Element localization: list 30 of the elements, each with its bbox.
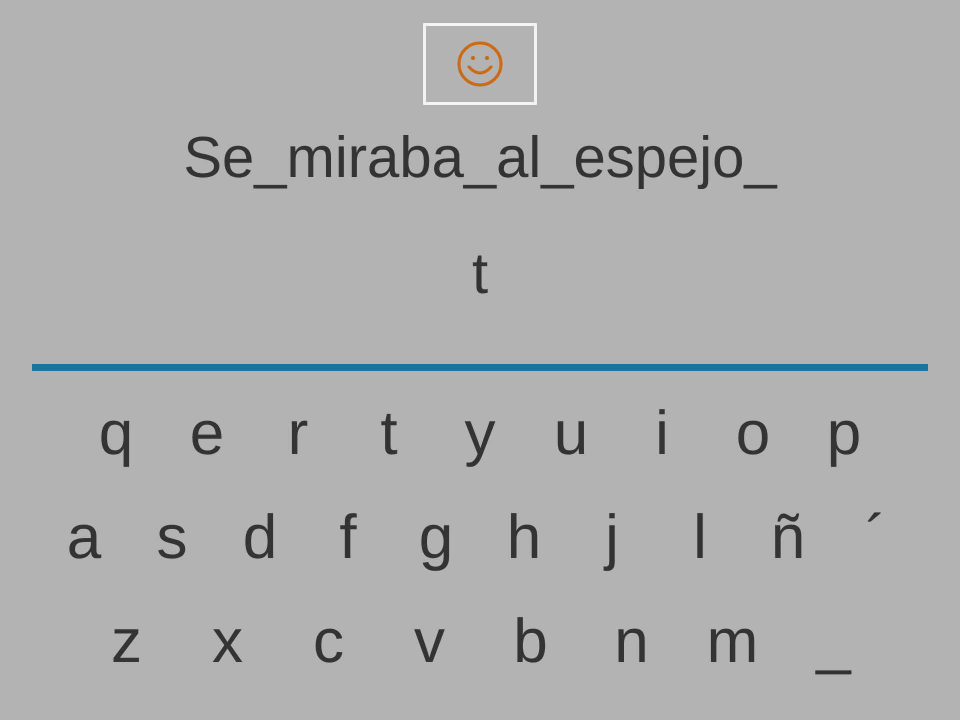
key-button[interactable]: _ xyxy=(783,607,884,677)
key-button[interactable]: v xyxy=(379,607,480,677)
key-button[interactable]: m xyxy=(682,607,783,677)
key-button[interactable]: l xyxy=(656,503,744,573)
smiley-icon xyxy=(455,39,505,89)
key-button[interactable]: s xyxy=(128,503,216,573)
key-button[interactable]: f xyxy=(304,503,392,573)
key-button[interactable]: j xyxy=(568,503,656,573)
key-button[interactable]: ´ xyxy=(832,503,920,573)
key-button[interactable]: q xyxy=(70,399,162,469)
key-button[interactable]: g xyxy=(392,503,480,573)
key-button[interactable]: x xyxy=(177,607,278,677)
key-button[interactable]: ñ xyxy=(744,503,832,573)
key-button[interactable]: d xyxy=(216,503,304,573)
answer-text: t xyxy=(472,241,488,307)
sentence-text: Se_miraba_al_espejo_ xyxy=(183,125,777,191)
key-button[interactable]: z xyxy=(76,607,177,677)
key-button[interactable]: n xyxy=(581,607,682,677)
key-button[interactable]: u xyxy=(526,399,616,469)
key-button[interactable]: p xyxy=(798,399,890,469)
key-button[interactable]: t xyxy=(344,399,434,469)
key-button[interactable]: i xyxy=(616,399,708,469)
key-button[interactable]: b xyxy=(480,607,581,677)
key-button[interactable]: h xyxy=(480,503,568,573)
key-button[interactable]: a xyxy=(40,503,128,573)
key-button[interactable]: c xyxy=(278,607,379,677)
key-button[interactable]: y xyxy=(434,399,526,469)
key-button[interactable]: o xyxy=(708,399,798,469)
key-button[interactable]: e xyxy=(162,399,252,469)
key-button[interactable]: r xyxy=(252,399,344,469)
